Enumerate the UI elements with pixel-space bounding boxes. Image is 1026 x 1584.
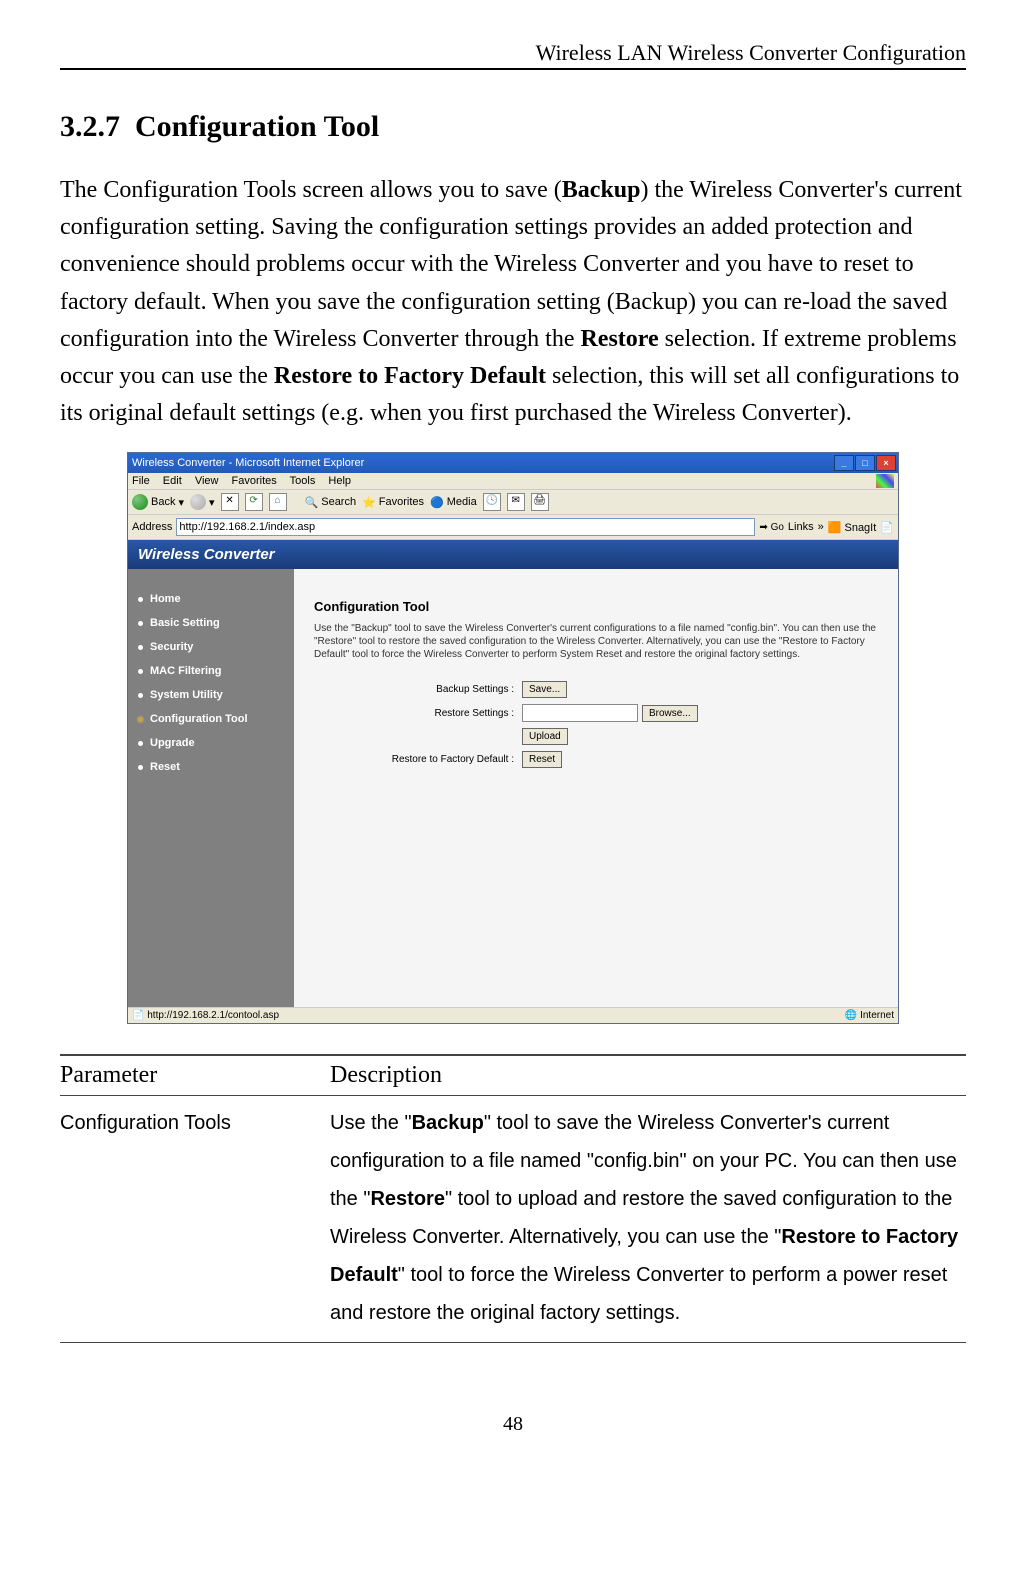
sidebar-item-configuration-tool[interactable]: Configuration Tool: [136, 707, 286, 731]
address-input[interactable]: [176, 518, 755, 536]
running-header: Wireless LAN Wireless Converter Configur…: [60, 40, 966, 70]
extra-icon[interactable]: 📄: [880, 521, 894, 534]
sidebar-item-upgrade[interactable]: Upgrade: [136, 731, 286, 755]
panel-description: Use the "Backup" tool to save the Wirele…: [314, 622, 878, 661]
table-cell-parameter: Configuration Tools: [60, 1096, 330, 1343]
media-button[interactable]: 🔵 Media: [430, 496, 477, 509]
save-button[interactable]: Save...: [522, 681, 567, 698]
menu-edit[interactable]: Edit: [163, 475, 182, 487]
main-panel: Configuration Tool Use the "Backup" tool…: [294, 569, 898, 1007]
favorites-button[interactable]: ⭐ Favorites: [362, 496, 424, 509]
browse-button[interactable]: Browse...: [642, 705, 698, 722]
restore-file-input[interactable]: [522, 704, 638, 722]
status-bar: 📄 http://192.168.2.1/contool.asp 🌐 Inter…: [128, 1007, 898, 1023]
windows-logo-icon: [876, 474, 894, 488]
upload-button[interactable]: Upload: [522, 728, 568, 745]
table-cell-description: Use the "Backup" tool to save the Wirele…: [330, 1096, 966, 1343]
menu-bar: File Edit View Favorites Tools Help: [128, 473, 898, 490]
table-header-description: Description: [330, 1055, 966, 1096]
backup-row: Backup Settings : Save...: [314, 681, 878, 698]
search-button[interactable]: 🔍 Search: [305, 496, 357, 509]
history-button[interactable]: 🕓: [483, 493, 501, 511]
close-button[interactable]: ×: [876, 455, 896, 471]
sidebar-item-mac-filtering[interactable]: MAC Filtering: [136, 659, 286, 683]
back-button[interactable]: Back ▾: [132, 494, 184, 510]
page-content: Wireless Converter Home Basic Setting Se…: [128, 540, 898, 1007]
print-button[interactable]: 🖨: [531, 493, 549, 511]
forward-icon: [190, 494, 206, 510]
address-bar: Address ➡ Go Links » 🟧 SnagIt 📄: [128, 515, 898, 540]
window-titlebar: Wireless Converter - Microsoft Internet …: [128, 453, 898, 473]
section-title: Configuration Tool: [135, 110, 379, 143]
sidebar-item-basic-setting[interactable]: Basic Setting: [136, 611, 286, 635]
embedded-screenshot: Wireless Converter - Microsoft Internet …: [127, 452, 899, 1024]
section-heading: 3.2.7 Configuration Tool: [60, 110, 966, 144]
snagit-button[interactable]: 🟧 SnagIt: [828, 521, 877, 534]
address-label: Address: [132, 521, 172, 533]
menu-help[interactable]: Help: [328, 475, 351, 487]
table-header-parameter: Parameter: [60, 1055, 330, 1096]
menu-file[interactable]: File: [132, 475, 150, 487]
mail-button[interactable]: ✉: [507, 493, 525, 511]
sidebar-item-security[interactable]: Security: [136, 635, 286, 659]
links-label[interactable]: Links: [788, 521, 814, 533]
menu-items: File Edit View Favorites Tools Help: [132, 475, 361, 487]
brand-header: Wireless Converter: [128, 540, 898, 569]
page-number: 48: [60, 1413, 966, 1436]
back-icon: [132, 494, 148, 510]
factory-label: Restore to Factory Default :: [314, 754, 522, 765]
sidebar-item-system-utility[interactable]: System Utility: [136, 683, 286, 707]
nav-sidebar: Home Basic Setting Security MAC Filterin…: [128, 569, 294, 1007]
status-right: 🌐 Internet: [845, 1010, 894, 1021]
factory-row: Restore to Factory Default : Reset: [314, 751, 878, 768]
panel-title: Configuration Tool: [314, 599, 878, 614]
status-left: 📄 http://192.168.2.1/contool.asp: [132, 1010, 279, 1021]
refresh-button[interactable]: ⟳: [245, 493, 263, 511]
go-button[interactable]: ➡ Go: [759, 522, 784, 533]
body-paragraph: The Configuration Tools screen allows yo…: [60, 172, 966, 432]
reset-button[interactable]: Reset: [522, 751, 562, 768]
forward-button[interactable]: ▾: [190, 494, 215, 510]
section-number: 3.2.7: [60, 110, 120, 143]
stop-button[interactable]: ✕: [221, 493, 239, 511]
menu-view[interactable]: View: [195, 475, 219, 487]
browser-toolbar: Back ▾ ▾ ✕ ⟳ ⌂ 🔍 Search ⭐ Favorites 🔵 Me…: [128, 490, 898, 515]
table-row: Configuration Tools Use the "Backup" too…: [60, 1096, 966, 1343]
menu-tools[interactable]: Tools: [290, 475, 316, 487]
window-title: Wireless Converter - Microsoft Internet …: [132, 457, 364, 469]
minimize-button[interactable]: _: [834, 455, 854, 471]
window-buttons: _ □ ×: [834, 455, 896, 471]
sidebar-item-home[interactable]: Home: [136, 587, 286, 611]
sidebar-item-reset[interactable]: Reset: [136, 755, 286, 779]
restore-label: Restore Settings :: [314, 708, 522, 719]
restore-row: Restore Settings : Browse...: [314, 704, 878, 722]
home-button[interactable]: ⌂: [269, 493, 287, 511]
maximize-button[interactable]: □: [855, 455, 875, 471]
restore-upload-row: Upload: [314, 728, 878, 745]
backup-label: Backup Settings :: [314, 684, 522, 695]
menu-favorites[interactable]: Favorites: [232, 475, 277, 487]
parameter-table: Parameter Description Configuration Tool…: [60, 1054, 966, 1343]
